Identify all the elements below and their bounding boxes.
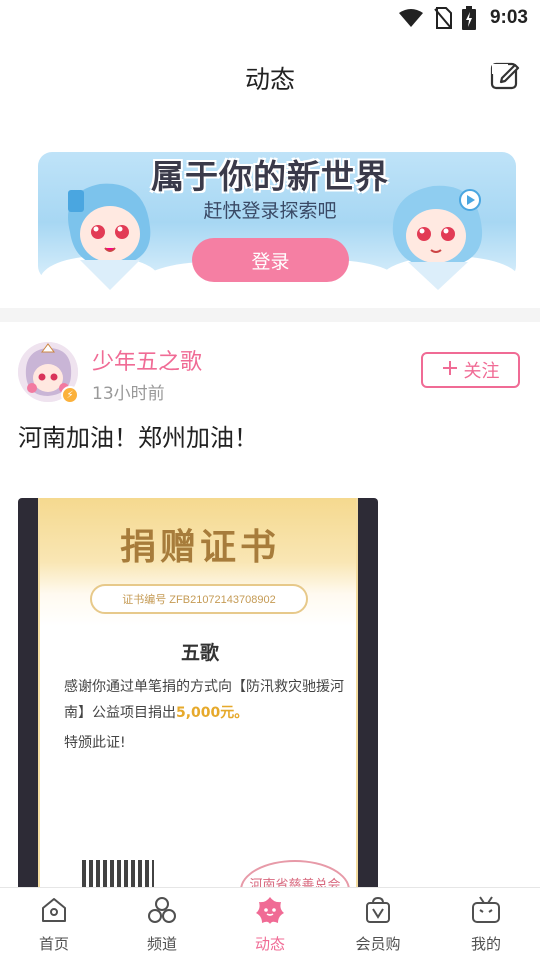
nav-item-channels[interactable]: 频道 — [108, 895, 216, 954]
status-bar: 9:03 — [0, 0, 540, 36]
follow-label: 关注 — [463, 361, 500, 382]
dynamic-icon — [254, 895, 286, 929]
page-title: 动态 — [244, 65, 295, 94]
tv-icon — [470, 895, 502, 929]
compose-button[interactable] — [490, 62, 520, 92]
shopping-bag-icon — [363, 895, 393, 929]
follow-button[interactable]: 关注 — [421, 352, 520, 388]
certificate-amount: 5,000元。 — [176, 705, 249, 721]
post-image[interactable]: 捐赠证书 证书编号 ZFB21072143708902 五歌 感谢你通过单笔捐的… — [18, 498, 378, 898]
edit-icon — [490, 60, 520, 94]
certificate-number: 证书编号 ZFB21072143708902 — [90, 584, 308, 614]
nav-item-mall[interactable]: 会员购 — [324, 895, 432, 954]
nav-label-mall: 会员购 — [355, 934, 401, 953]
nav-item-dynamic[interactable]: 动态 — [216, 895, 324, 954]
home-icon — [39, 895, 69, 929]
certificate-recipient: 五歌 — [180, 642, 219, 664]
post-text: 河南加油！郑州加油！ — [18, 424, 258, 452]
nav-label-dynamic: 动态 — [254, 934, 285, 953]
login-button[interactable]: 登录 — [192, 238, 349, 282]
certificate-paper: 捐赠证书 证书编号 ZFB21072143708902 五歌 感谢你通过单笔捐的… — [38, 498, 358, 898]
app-header: 动态 — [0, 36, 540, 120]
section-divider — [0, 308, 540, 322]
post-username[interactable]: 少年五之歌 — [92, 344, 202, 376]
nav-item-mine[interactable]: 我的 — [432, 895, 540, 954]
bottom-navigation: 首页 频道 动态 会员购 我的 — [0, 887, 540, 960]
nav-label-mine: 我的 — [470, 934, 501, 953]
channels-icon — [146, 895, 178, 929]
login-banner[interactable]: 属于你的新世界 赶快登录探索吧 登录 — [0, 120, 540, 308]
plus-icon — [442, 360, 458, 381]
wifi-icon — [398, 8, 424, 28]
post-time: 13小时前 — [92, 384, 165, 404]
certificate-title: 捐赠证书 — [119, 527, 280, 568]
certificate-body: 感谢你通过单笔捐的方式向【防汛救灾驰援河南】公益项目捐出5,000元。 — [64, 674, 344, 726]
status-time: 9:03 — [489, 7, 528, 28]
nav-label-channels: 频道 — [146, 934, 177, 953]
lightning-badge-icon: ⚡ — [61, 386, 79, 404]
banner-title: 属于你的新世界 — [151, 157, 389, 196]
no-sim-icon — [434, 7, 452, 29]
battery-charging-icon — [461, 6, 476, 30]
certificate-closing: 特颁此证! — [64, 735, 126, 751]
nav-label-home: 首页 — [38, 934, 69, 953]
nav-item-home[interactable]: 首页 — [0, 895, 108, 954]
banner-subtitle: 赶快登录探索吧 — [203, 200, 337, 222]
